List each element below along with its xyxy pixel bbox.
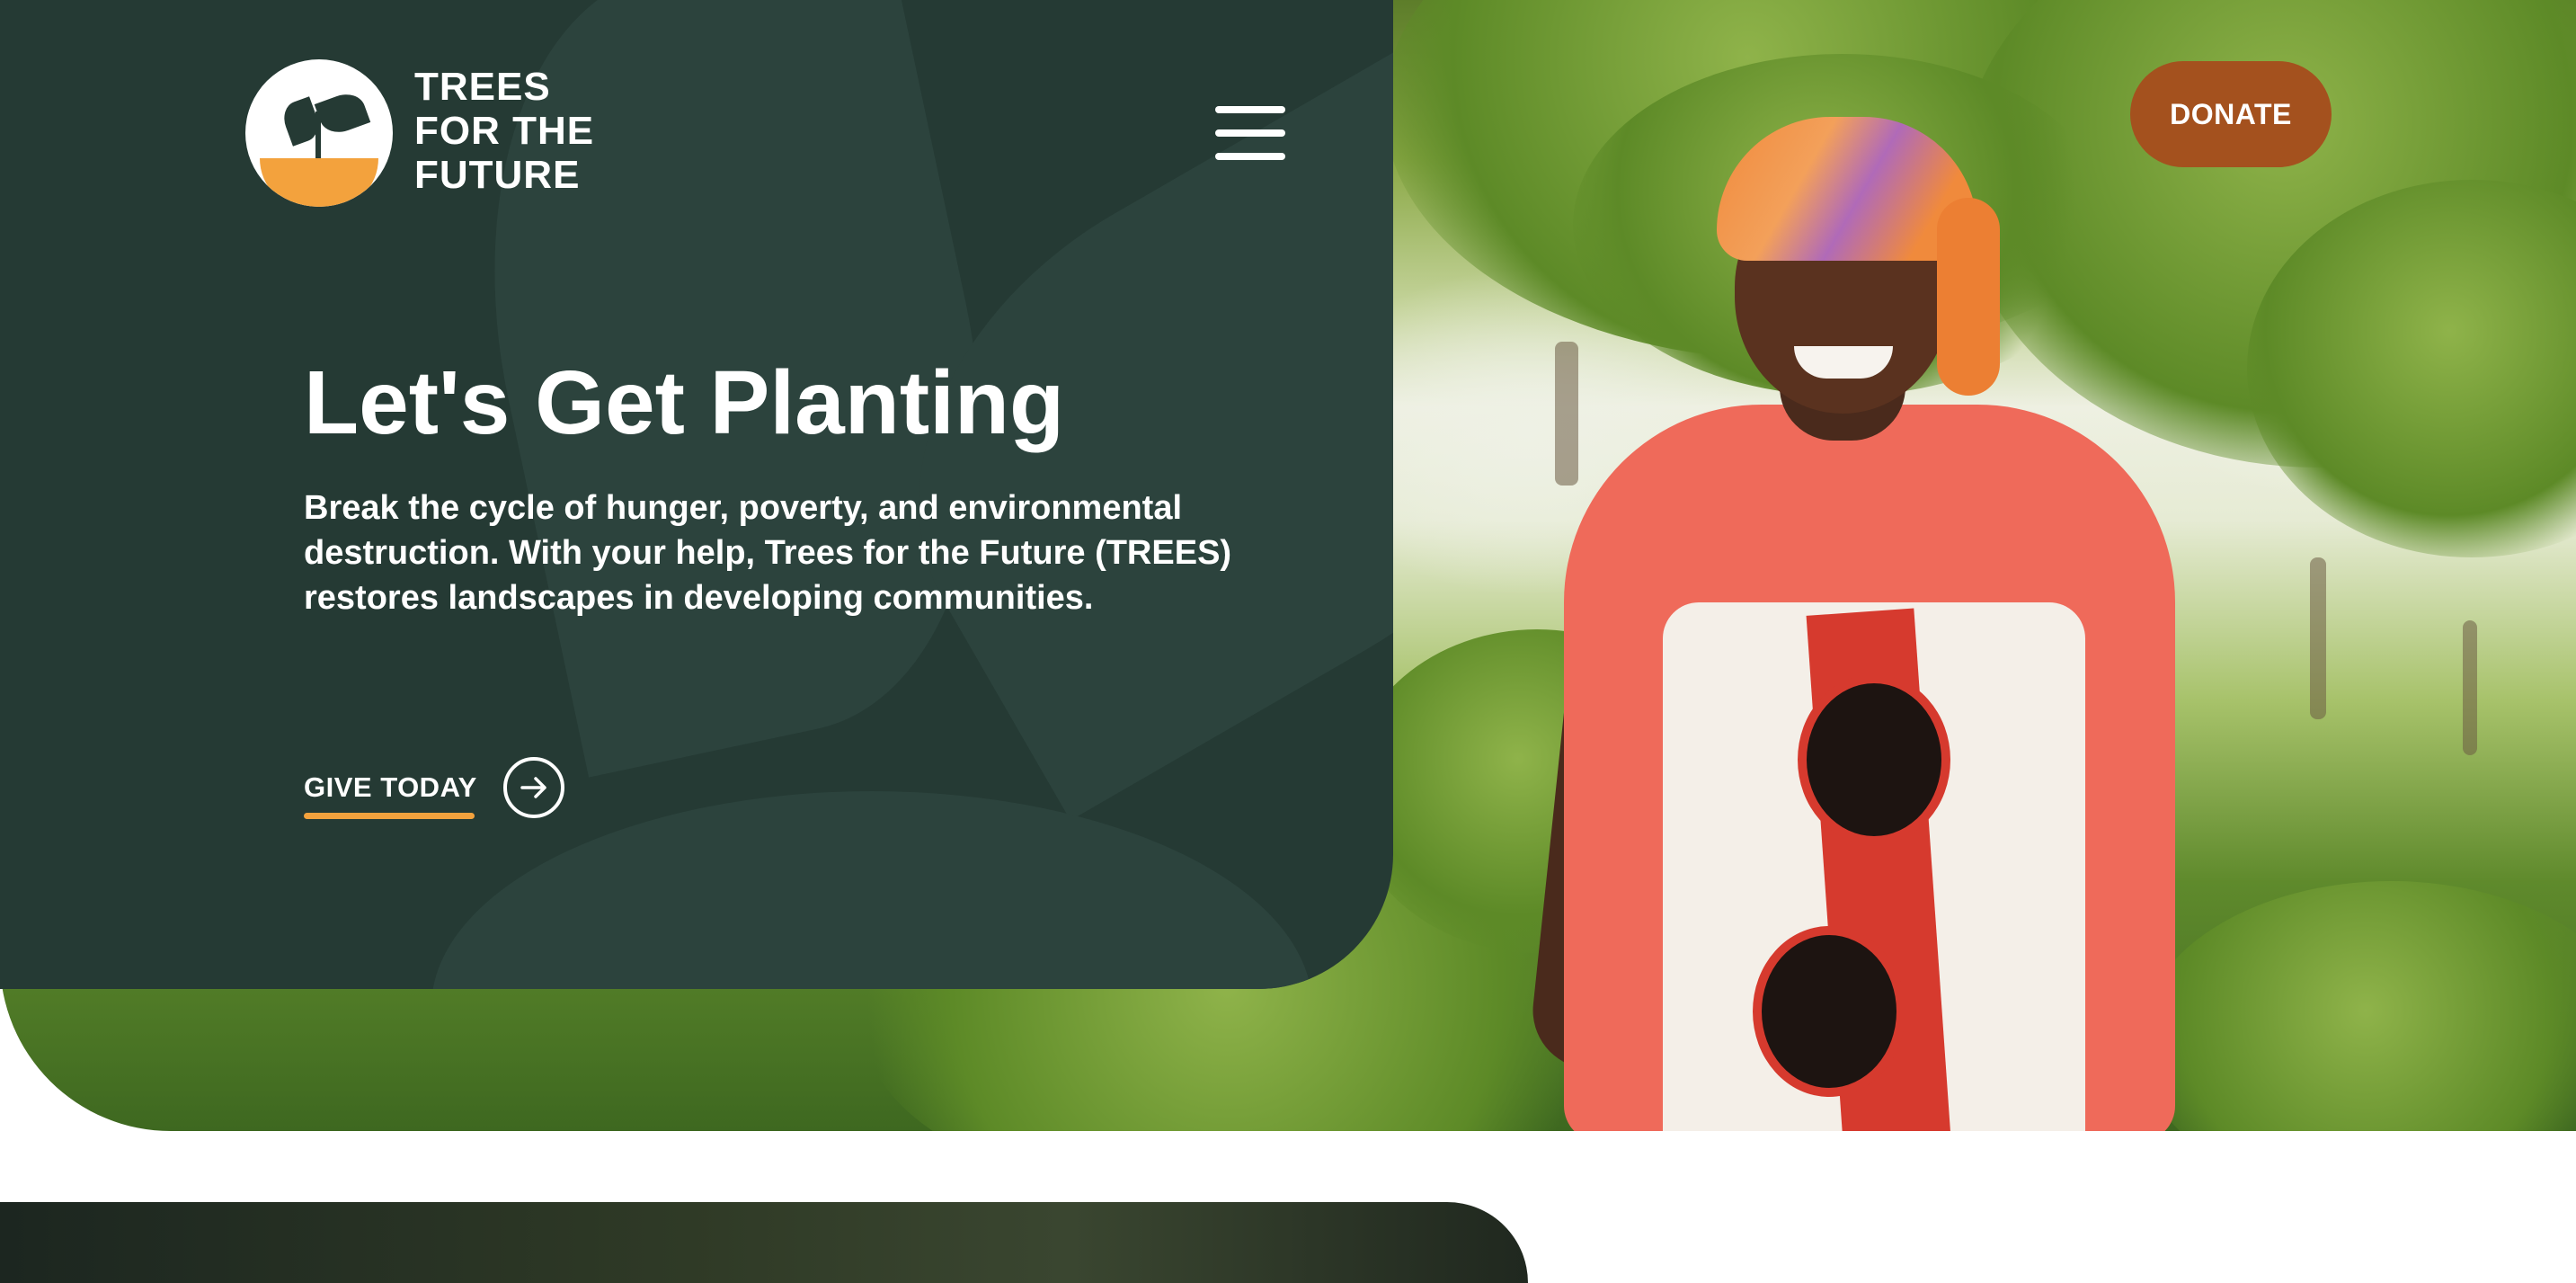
hero-title: Let's Get Planting (304, 352, 1065, 453)
hero-panel: TREES FOR THE FUTURE Let's Get Planting … (0, 0, 1393, 989)
give-today-underline (304, 813, 475, 819)
next-section-image (0, 1202, 1528, 1283)
woman-figure (1527, 99, 2211, 1131)
give-today-label: GIVE TODAY (304, 771, 477, 803)
logo-line-2: FOR THE (414, 109, 595, 153)
logo[interactable]: TREES FOR THE FUTURE (245, 58, 641, 210)
donate-button[interactable]: DONATE (2130, 61, 2332, 167)
logo-emblem-icon (245, 59, 393, 207)
hamburger-menu-icon[interactable] (1215, 106, 1285, 160)
hero-description: Break the cycle of hunger, poverty, and … (304, 489, 1232, 617)
logo-wordmark: TREES FOR THE FUTURE (414, 65, 594, 197)
give-today-link[interactable]: GIVE TODAY (304, 753, 600, 825)
arrow-right-circle-icon[interactable] (503, 757, 564, 818)
logo-line-3: FUTURE (414, 153, 581, 197)
logo-line-1: TREES (414, 65, 551, 109)
